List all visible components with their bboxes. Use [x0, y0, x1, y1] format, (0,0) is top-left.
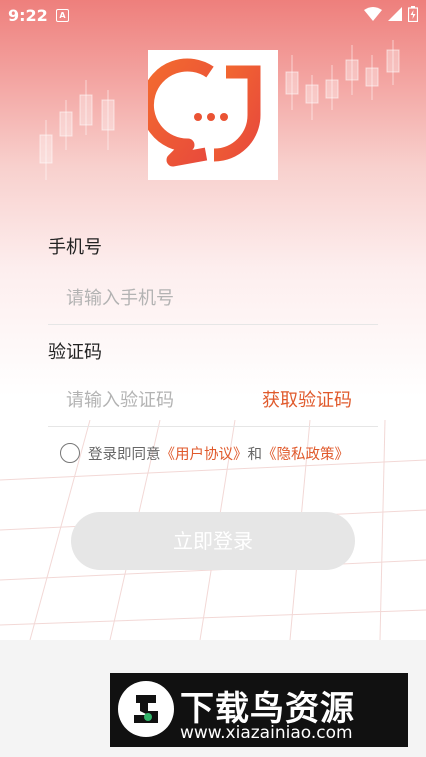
cell-signal-icon: [388, 7, 402, 21]
agreement-prefix: 登录即同意: [88, 446, 161, 463]
agreement-and: 和: [247, 446, 263, 463]
notification-a-icon: A: [56, 9, 69, 22]
watermark-banner: 下载鸟资源 www.xiazainiao.com: [110, 673, 408, 747]
code-placeholder: 请输入验证码: [66, 390, 174, 411]
phone-placeholder: 请输入手机号: [66, 288, 174, 309]
bird-logo-icon: [118, 681, 174, 737]
login-button[interactable]: 立即登录: [71, 512, 355, 570]
get-code-button[interactable]: 获取验证码: [262, 386, 352, 412]
status-time: 9:22: [8, 6, 48, 25]
app-logo-icon: [140, 58, 261, 167]
agreement-row: 登录即同意 《用户协议》 和 《隐私政策》: [60, 441, 349, 465]
code-label: 验证码: [48, 342, 102, 363]
user-agreement-link[interactable]: 《用户协议》: [161, 443, 248, 464]
radio-unchecked-icon[interactable]: [60, 443, 80, 463]
status-bar: 9:22 A: [0, 0, 426, 30]
phone-input[interactable]: 请输入手机号: [48, 264, 378, 325]
privacy-policy-link[interactable]: 《隐私政策》: [262, 443, 349, 464]
watermark-url: www.xiazainiao.com: [180, 723, 353, 743]
status-icons: [364, 6, 418, 22]
battery-icon: [408, 6, 418, 22]
code-input[interactable]: 请输入验证码 获取验证码: [48, 366, 378, 427]
wifi-icon: [364, 7, 382, 21]
app-logo: [140, 50, 278, 180]
phone-label: 手机号: [48, 237, 102, 258]
